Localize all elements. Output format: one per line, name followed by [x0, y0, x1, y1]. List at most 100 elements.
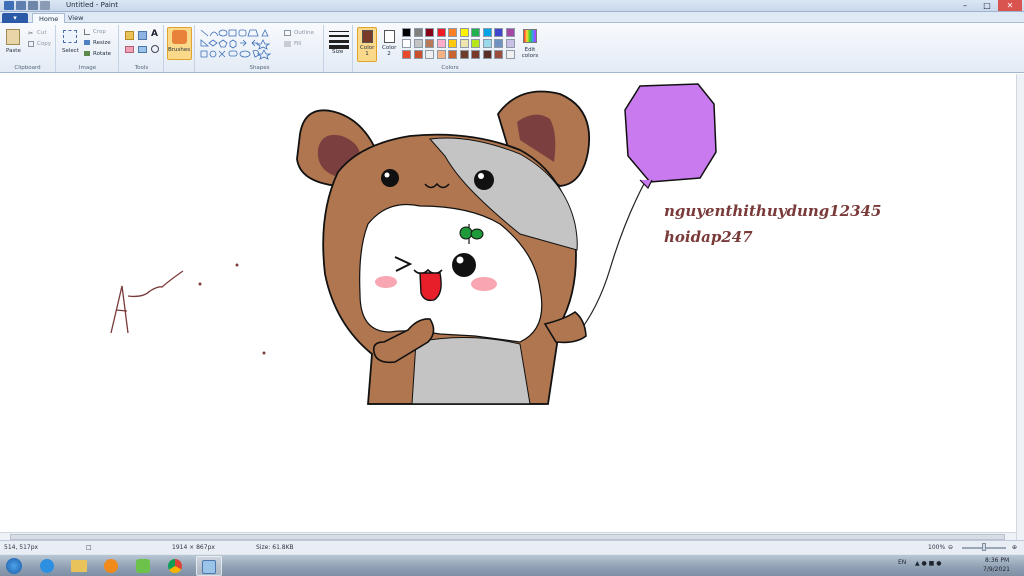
face-eye-right	[452, 253, 476, 277]
taskbar-explorer[interactable]	[66, 556, 92, 576]
minimize-button[interactable]: –	[954, 0, 976, 11]
text-tool-icon[interactable]: A	[151, 29, 158, 39]
eraser-icon[interactable]	[125, 46, 134, 53]
pencil-icon[interactable]	[125, 31, 134, 40]
clock-time[interactable]: 8:36 PM	[985, 557, 1009, 564]
palette-swatch[interactable]	[402, 50, 411, 59]
palette-swatch[interactable]	[505, 28, 515, 37]
palette-swatch[interactable]	[494, 39, 503, 48]
size-button[interactable]	[329, 29, 349, 49]
edit-colors-button[interactable]: Edit colors	[520, 47, 540, 59]
palette-swatch[interactable]	[448, 39, 457, 48]
start-button[interactable]	[2, 556, 26, 576]
palette-swatch[interactable]	[413, 28, 423, 37]
taskbar-paint[interactable]	[196, 556, 222, 576]
internet-explorer-icon	[40, 559, 54, 573]
palette-swatch[interactable]	[459, 28, 469, 37]
palette-swatch[interactable]	[436, 28, 446, 37]
outline-button[interactable]: Outline	[294, 30, 314, 36]
palette-swatch[interactable]	[448, 50, 457, 59]
fill-button[interactable]: Fill	[294, 41, 301, 47]
palette-swatch[interactable]	[471, 39, 480, 48]
magnifier-icon[interactable]	[151, 45, 159, 53]
zoom-in-button[interactable]: ⊕	[1012, 544, 1017, 551]
undo-icon[interactable]	[28, 1, 38, 10]
maximize-button[interactable]: □	[976, 0, 998, 11]
window-title: Untitled - Paint	[66, 1, 118, 9]
palette-swatch[interactable]	[436, 50, 446, 59]
select-icon[interactable]	[63, 30, 77, 43]
save-icon[interactable]	[16, 1, 26, 10]
folder-icon	[71, 560, 87, 572]
palette-swatch[interactable]	[471, 50, 480, 59]
rotate-icon	[84, 51, 90, 56]
zoom-out-button[interactable]: ⊖	[948, 544, 953, 551]
palette-swatch[interactable]	[482, 39, 492, 48]
clock-date[interactable]: 7/9/2021	[983, 566, 1010, 573]
canvas-dimensions: 1914 × 867px	[172, 544, 215, 551]
palette-swatch[interactable]	[459, 39, 469, 48]
palette-swatch[interactable]	[482, 50, 492, 59]
palette-swatch[interactable]	[402, 28, 411, 37]
drawing-canvas[interactable]: nguyenthithuydung12345 hoidap247	[0, 74, 1024, 532]
shapes-group-label: Shapes	[249, 65, 270, 71]
palette-swatch[interactable]	[482, 28, 492, 37]
taskbar-chrome[interactable]	[162, 556, 188, 576]
palette-swatch[interactable]	[494, 50, 503, 59]
color-picker-icon[interactable]	[138, 46, 147, 53]
cut-button[interactable]: Cut	[37, 30, 46, 36]
language-indicator[interactable]: EN	[898, 559, 906, 566]
redo-icon[interactable]	[40, 1, 50, 10]
vertical-scrollbar[interactable]	[1016, 74, 1024, 540]
copy-button[interactable]: Copy	[37, 41, 51, 47]
belly	[411, 336, 531, 405]
crop-button[interactable]: Crop	[93, 29, 106, 35]
taskbar-media-player[interactable]	[98, 556, 124, 576]
tab-view[interactable]: View	[62, 13, 89, 23]
crop-icon	[84, 29, 90, 35]
paint-app-icon[interactable]	[4, 1, 14, 10]
palette-swatch[interactable]	[425, 28, 434, 37]
paint-icon	[202, 560, 216, 574]
close-button[interactable]: ✕	[998, 0, 1022, 11]
paste-icon[interactable]	[6, 29, 20, 45]
palette-swatch[interactable]	[425, 39, 434, 48]
tongue	[419, 272, 442, 302]
color2-swatch[interactable]	[384, 30, 395, 43]
palette-swatch[interactable]	[471, 28, 480, 37]
chrome-icon	[168, 559, 182, 573]
palette-swatch[interactable]	[448, 28, 457, 37]
colors-group-label: Colors	[441, 65, 459, 71]
paste-button[interactable]: Paste	[6, 48, 21, 54]
image-group-label: Image	[78, 65, 97, 71]
select-button[interactable]: Select	[62, 48, 79, 54]
palette-swatch[interactable]	[459, 50, 469, 59]
taskbar-app-green[interactable]	[130, 556, 156, 576]
palette-swatch[interactable]	[505, 39, 515, 48]
size-label: Size	[332, 49, 344, 55]
fill-bucket-icon[interactable]	[138, 31, 147, 40]
palette-swatch[interactable]	[494, 28, 503, 37]
zoom-slider-handle[interactable]	[982, 543, 986, 551]
file-menu-button[interactable]: ▾	[2, 13, 28, 23]
palette-swatch[interactable]	[402, 39, 411, 48]
file-size: Size: 61.8KB	[256, 544, 294, 551]
palette-swatch[interactable]	[413, 50, 423, 59]
taskbar-ie[interactable]	[34, 556, 60, 576]
brushes-label: Brushes	[168, 47, 191, 53]
green-app-icon	[136, 559, 150, 573]
doodle-scribble	[110, 263, 266, 355]
shapes-gallery[interactable]	[199, 28, 281, 60]
palette-swatch[interactable]	[505, 50, 515, 59]
horizontal-scrollbar[interactable]	[0, 532, 1016, 540]
rotate-button[interactable]: Rotate	[93, 51, 111, 57]
palette-swatch[interactable]	[425, 50, 434, 59]
edit-colors-icon[interactable]	[523, 29, 537, 43]
palette-swatch[interactable]	[413, 39, 423, 48]
resize-button[interactable]: Resize	[93, 40, 111, 46]
tray-icons[interactable]: ▲ ● ■ ●	[915, 560, 941, 567]
tab-home[interactable]: Home	[32, 13, 66, 23]
blush-right	[471, 277, 497, 291]
palette-swatch[interactable]	[436, 39, 446, 48]
hood-eye-right	[474, 170, 494, 190]
